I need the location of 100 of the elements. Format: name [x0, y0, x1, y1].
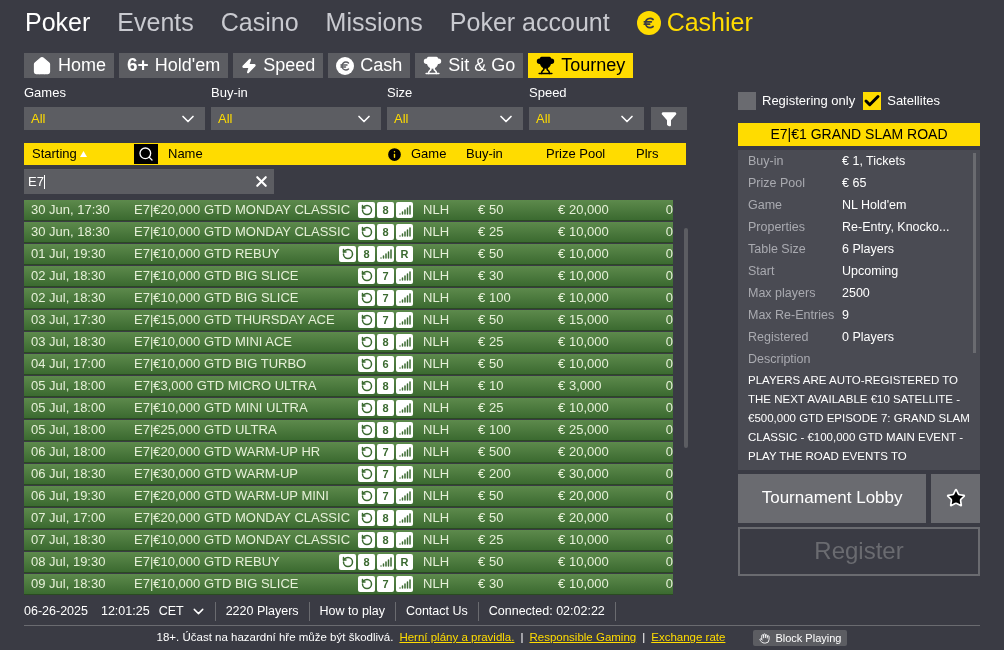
footer-link[interactable]: Herní plány a pravidla.	[399, 629, 515, 647]
tournament-lobby-button[interactable]: Tournament Lobby	[738, 473, 927, 523]
category-tab[interactable]: Sit & Go	[415, 53, 524, 78]
re-entry-icon	[358, 268, 376, 284]
buy-in: € 50	[478, 355, 505, 374]
tournament-name: E7|€30,000 GTD WARM-UP	[134, 465, 298, 484]
nav-link[interactable]: Missions	[325, 4, 423, 42]
checkbox[interactable]	[738, 91, 756, 110]
tournament-row[interactable]: 06 Jul, 18:30 E7|€30,000 GTD WARM-UP 7 NLH € 200 € 30,000 0	[24, 464, 674, 485]
buy-in: € 500	[478, 443, 512, 462]
nav-link[interactable]: Poker	[25, 4, 91, 42]
prize-pool: € 20,000	[558, 201, 610, 220]
speed-icon	[396, 510, 414, 526]
cashier-link[interactable]: Cashier	[636, 4, 753, 42]
tournament-row[interactable]: 04 Jul, 17:00 E7|€10,000 GTD BIG TURBO 6 NLH € 50 € 10,000 0	[24, 354, 674, 375]
game-type: NLH	[423, 421, 451, 440]
search-field[interactable]: E7	[24, 169, 274, 194]
tournament-name: E7|€10,000 GTD MINI ACE	[134, 333, 292, 352]
start-time: 05 Jul, 18:00	[30, 399, 107, 418]
tournament-name: E7|€3,000 GTD MICRO ULTRA	[134, 377, 317, 396]
game-type: NLH	[423, 201, 451, 220]
checkbox[interactable]	[863, 91, 882, 110]
footer-link[interactable]: Responsible Gaming	[529, 629, 637, 647]
column-header[interactable]: Starting	[24, 144, 134, 164]
favorite-button[interactable]	[931, 473, 980, 523]
search-toggle[interactable]	[134, 144, 158, 164]
tournament-name: E7|€20,000 GTD MONDAY CLASSIC	[134, 509, 351, 528]
table-size-badge: 8	[358, 554, 376, 570]
player-count: 0	[664, 487, 674, 506]
re-entry-icon	[339, 246, 357, 262]
category-tab[interactable]: Tourney	[528, 53, 634, 78]
table-size-badge: 8	[358, 246, 376, 262]
nav-link[interactable]: Poker account	[449, 4, 610, 42]
nav-link[interactable]: Events	[117, 4, 194, 42]
table-size-badge: 8	[377, 532, 395, 548]
category-tab[interactable]: Home	[24, 53, 114, 78]
filter-label: Buy-in	[211, 84, 249, 102]
detail-value: € 1, Tickets	[842, 153, 906, 171]
column-header[interactable]: Plrs	[636, 144, 659, 164]
footer-link[interactable]: Exchange rate	[651, 629, 726, 647]
re-entry-icon	[358, 488, 376, 504]
timezone-dropdown[interactable]: CET	[158, 602, 216, 621]
column-header[interactable]: Buy-in	[466, 144, 546, 164]
tournament-name: E7|€10,000 GTD BIG SLICE	[134, 289, 299, 308]
column-header[interactable]: Prize Pool	[546, 144, 636, 164]
speed-icon	[396, 444, 414, 460]
detail-label: Properties	[748, 219, 806, 237]
tournament-name: E7|€10,000 GTD MINI ULTRA	[134, 399, 308, 418]
category-tab[interactable]: Cash	[328, 53, 411, 78]
speed-icon	[396, 356, 414, 372]
nav-link[interactable]: Casino	[220, 4, 299, 42]
column-header[interactable]: Game	[411, 144, 466, 164]
detail-label: Game	[748, 197, 784, 215]
tournament-row[interactable]: 09 Jul, 18:30 E7|€10,000 GTD BIG SLICE 7 NLH € 30 € 10,000 0	[24, 574, 674, 595]
player-count: 0	[664, 267, 674, 286]
game-type: NLH	[423, 531, 451, 550]
category-tab[interactable]: Speed	[233, 53, 324, 78]
tournament-row[interactable]: 05 Jul, 18:00 E7|€3,000 GTD MICRO ULTRA 8 NLH € 10 € 3,000 0	[24, 376, 674, 397]
checkbox-label: Registering only	[762, 92, 856, 110]
tournament-row[interactable]: 06 Jul, 18:00 E7|€20,000 GTD WARM-UP HR 7 NLH € 500 € 20,000 0	[24, 442, 674, 463]
tournament-row[interactable]: 05 Jul, 18:00 E7|€25,000 GTD ULTRA 8 NLH € 100 € 25,000 0	[24, 420, 674, 441]
category-tab[interactable]: 6+ Hold'em	[119, 53, 229, 78]
tournament-row[interactable]: 30 Jun, 18:30 E7|€10,000 GTD MONDAY CLASSIC 8 NLH € 25 € 10,000 0	[24, 222, 674, 243]
link-separator: |	[642, 630, 646, 646]
start-time: 30 Jun, 17:30	[30, 201, 111, 220]
tournament-row[interactable]: 07 Jul, 18:30 E7|€10,000 GTD MONDAY CLASSIC 8 NLH € 25 € 10,000 0	[24, 530, 674, 551]
column-header[interactable]: Name	[168, 144, 386, 164]
block-playing-button[interactable]: Block Playing	[753, 630, 848, 646]
filter-dropdown[interactable]: All	[529, 107, 644, 130]
detail-value: Upcoming	[842, 263, 899, 281]
filter-dropdown[interactable]: All	[24, 107, 205, 130]
prize-pool: € 20,000	[558, 443, 610, 462]
buy-in: € 200	[478, 465, 512, 484]
tournament-row[interactable]: 01 Jul, 19:30 E7|€10,000 GTD REBUY 8 R NLH € 50 € 10,000 0	[24, 244, 674, 265]
tournament-row[interactable]: 06 Jul, 19:30 E7|€20,000 GTD WARM-UP MINI 7 NLH € 50 € 20,000 0	[24, 486, 674, 507]
status-link[interactable]: Contact Us	[395, 602, 479, 621]
start-time: 05 Jul, 18:00	[30, 377, 107, 396]
filter-button[interactable]	[651, 107, 687, 130]
gambling-notice: 18+. Účast na hazardní hře může být škodlivá.	[156, 630, 394, 646]
status-link[interactable]: How to play	[309, 602, 396, 621]
filter-dropdown[interactable]: All	[387, 107, 523, 130]
filter-dropdown[interactable]: All	[211, 107, 381, 130]
buy-in: € 100	[478, 289, 512, 308]
game-type: NLH	[423, 377, 451, 396]
tournament-row[interactable]: 05 Jul, 18:00 E7|€10,000 GTD MINI ULTRA 8 NLH € 25 € 10,000 0	[24, 398, 674, 419]
table-size-badge: 7	[377, 466, 395, 482]
detail-label: Table Size	[748, 241, 807, 259]
start-time: 06 Jul, 19:30	[30, 487, 107, 506]
tournament-row[interactable]: 03 Jul, 18:30 E7|€10,000 GTD MINI ACE 8 NLH € 25 € 10,000 0	[24, 332, 674, 353]
start-time: 06 Jul, 18:30	[30, 465, 107, 484]
tournament-row[interactable]: 07 Jul, 17:00 E7|€20,000 GTD MONDAY CLASSIC 8 NLH € 50 € 20,000 0	[24, 508, 674, 529]
tournament-row[interactable]: 30 Jun, 17:30 E7|€20,000 GTD MONDAY CLASSIC 8 NLH € 50 € 20,000 0	[24, 200, 674, 221]
tournament-row[interactable]: 08 Jul, 19:30 E7|€10,000 GTD REBUY 8 R NLH € 50 € 10,000 0	[24, 552, 674, 573]
tournament-row[interactable]: 03 Jul, 17:30 E7|€15,000 GTD THURSDAY ACE 7 NLH € 50 € 15,000 0	[24, 310, 674, 331]
speed-icon	[396, 378, 414, 394]
tournament-row[interactable]: 02 Jul, 18:30 E7|€10,000 GTD BIG SLICE 7 NLH € 100 € 10,000 0	[24, 288, 674, 309]
detail-value: 2500	[842, 285, 870, 303]
re-entry-icon	[358, 334, 376, 350]
tournament-row[interactable]: 02 Jul, 18:30 E7|€10,000 GTD BIG SLICE 7 NLH € 30 € 10,000 0	[24, 266, 674, 287]
table-size-badge: 6	[377, 356, 395, 372]
